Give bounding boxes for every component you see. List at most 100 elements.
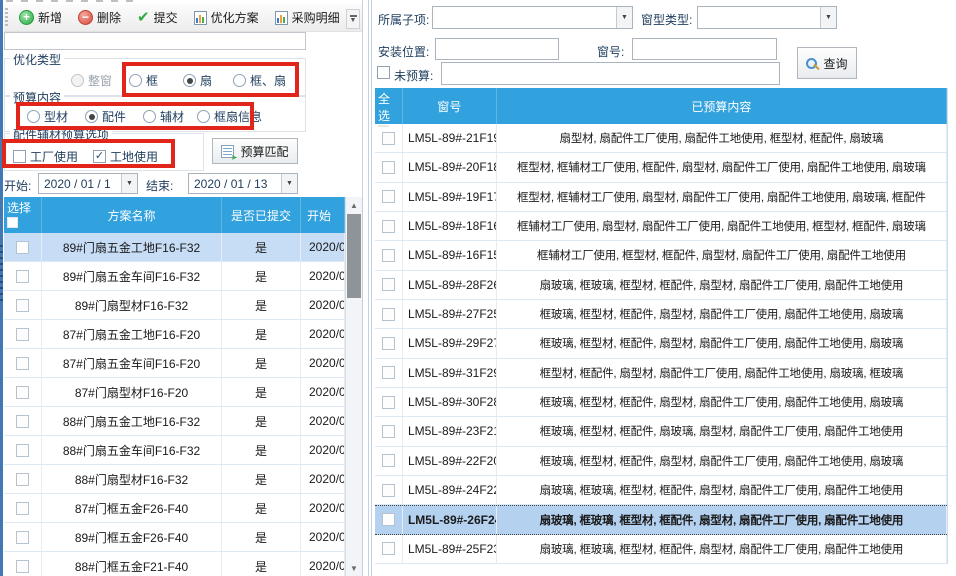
chevron-down-icon[interactable]: ▼ — [121, 174, 137, 193]
chevron-down-icon[interactable]: ▼ — [616, 7, 632, 28]
window-budget-row[interactable]: LM5L-89#-23F21框玻璃, 框型材, 框配件, 扇玻璃, 扇型材, 扇… — [375, 417, 947, 446]
radio-option-auxiliary[interactable]: 辅材 — [143, 108, 184, 125]
plan-row[interactable]: 88#门扇五金车间F16-F32是2020/0 — [4, 436, 345, 465]
plan-row[interactable]: 89#门框五金F26-F40是2020/0 — [4, 523, 345, 552]
radio-selected-icon[interactable] — [183, 74, 196, 87]
plan-filter-input[interactable] — [4, 32, 306, 50]
toolbar-overflow-button[interactable]: ▼ — [346, 9, 360, 29]
budget-match-button[interactable]: 预算匹配 — [212, 138, 298, 164]
checkbox-factory-use[interactable]: 工厂使用 — [13, 148, 78, 165]
radio-icon[interactable] — [129, 74, 142, 87]
radio-icon[interactable] — [197, 110, 210, 123]
window-budget-row[interactable]: LM5L-89#-27F25框玻璃, 框型材, 框配件, 扇型材, 扇配件工厂使… — [375, 300, 947, 329]
window-budget-row[interactable]: LM5L-89#-29F27框玻璃, 框型材, 框配件, 扇型材, 扇配件工厂使… — [375, 329, 947, 358]
date-start-picker[interactable]: 2020 / 01 / 1 ▼ — [38, 173, 138, 194]
checkbox-checked-icon[interactable] — [93, 150, 106, 163]
row-checkbox[interactable] — [382, 484, 395, 497]
row-checkbox[interactable] — [382, 220, 395, 233]
row-checkbox[interactable] — [382, 190, 395, 203]
window-budget-row[interactable]: LM5L-89#-28F26扇玻璃, 框玻璃, 框型材, 框配件, 扇型材, 扇… — [375, 271, 947, 300]
plan-row[interactable]: 88#门扇型材F16-F32是2020/0 — [4, 465, 345, 494]
window-budget-row[interactable]: LM5L-89#-16F15框辅材工厂使用, 框型材, 框配件, 扇型材, 扇配… — [375, 241, 947, 270]
install-position-input[interactable] — [435, 38, 559, 60]
row-checkbox[interactable] — [16, 502, 29, 515]
row-checkbox[interactable] — [382, 396, 395, 409]
submit-button[interactable]: ✔ 提交 — [130, 5, 185, 30]
row-checkbox[interactable] — [382, 132, 395, 145]
plan-table-scrollbar[interactable]: ▲ ▼ — [345, 197, 362, 576]
row-checkbox[interactable] — [382, 308, 395, 321]
window-budget-row[interactable]: LM5L-89#-26F24扇玻璃, 框玻璃, 框型材, 框配件, 扇型材, 扇… — [375, 505, 947, 534]
radio-option-frame-sash-info[interactable]: 框扇信息 — [197, 108, 262, 125]
radio-option-frame-sash[interactable]: 框、扇 — [233, 72, 286, 89]
row-checkbox[interactable] — [16, 328, 29, 341]
plan-header-start[interactable]: 开始 — [301, 197, 345, 233]
query-button[interactable]: 查询 — [797, 47, 857, 79]
plan-row[interactable]: 87#门扇五金工地F16-F20是2020/0 — [4, 320, 345, 349]
scroll-up-arrow-icon[interactable]: ▲ — [346, 197, 362, 213]
radio-icon[interactable] — [27, 110, 40, 123]
row-checkbox[interactable] — [382, 278, 395, 291]
plan-row[interactable]: 89#门扇型材F16-F32是2020/0 — [4, 291, 345, 320]
row-checkbox[interactable] — [16, 299, 29, 312]
row-checkbox[interactable] — [16, 241, 29, 254]
splitter-grip-dots[interactable] — [0, 245, 3, 305]
window-budget-row[interactable]: LM5L-89#-30F28框玻璃, 框型材, 框配件, 扇型材, 扇配件工厂使… — [375, 388, 947, 417]
window-budget-row[interactable]: LM5L-89#-21F19扇型材, 扇配件工厂使用, 扇配件工地使用, 框型材… — [375, 124, 947, 153]
no-budget-checkbox[interactable] — [377, 66, 390, 79]
date-end-picker[interactable]: 2020 / 01 / 13 ▼ — [188, 173, 298, 194]
row-checkbox[interactable] — [16, 444, 29, 457]
window-type-combobox[interactable]: ▼ — [697, 6, 837, 29]
sub-item-combobox[interactable]: ▼ — [432, 6, 633, 29]
radio-option-accessory[interactable]: 配件 — [85, 108, 126, 125]
budget-header-content[interactable]: 已预算内容 — [497, 88, 947, 124]
row-checkbox[interactable] — [382, 454, 395, 467]
plan-row[interactable]: 87#门扇型材F16-F20是2020/0 — [4, 378, 345, 407]
row-checkbox[interactable] — [382, 161, 395, 174]
window-budget-row[interactable]: LM5L-89#-19F17框型材, 框辅材工厂使用, 扇型材, 扇配件工厂使用… — [375, 183, 947, 212]
window-budget-row[interactable]: LM5L-89#-24F22扇玻璃, 框玻璃, 框型材, 框配件, 扇型材, 扇… — [375, 476, 947, 505]
row-checkbox[interactable] — [382, 513, 395, 526]
radio-icon[interactable] — [143, 110, 156, 123]
row-checkbox[interactable] — [382, 425, 395, 438]
add-button[interactable]: + 新增 — [12, 5, 69, 30]
chevron-down-icon[interactable]: ▼ — [281, 174, 297, 193]
checkbox-site-use[interactable]: 工地使用 — [93, 148, 158, 165]
row-checkbox[interactable] — [16, 560, 29, 573]
plan-header-submitted[interactable]: 是否已提交 — [222, 197, 301, 233]
optimize-plan-button[interactable]: 优化方案 — [187, 5, 266, 30]
delete-button[interactable]: − 删除 — [71, 5, 128, 30]
window-budget-row[interactable]: LM5L-89#-25F23扇玻璃, 框玻璃, 框型材, 框配件, 扇型材, 扇… — [375, 535, 947, 564]
scroll-down-arrow-icon[interactable]: ▼ — [346, 560, 362, 576]
toolbar-grip[interactable] — [5, 8, 8, 28]
plan-row[interactable]: 88#门框五金F21-F40是2020/0 — [4, 552, 345, 576]
row-checkbox[interactable] — [16, 415, 29, 428]
window-budget-row[interactable]: LM5L-89#-22F20框玻璃, 框型材, 框配件, 扇型材, 扇配件工厂使… — [375, 447, 947, 476]
plan-row[interactable]: 89#门扇五金工地F16-F32是2020/0 — [4, 233, 345, 262]
window-budget-row[interactable]: LM5L-89#-20F18框型材, 框辅材工厂使用, 框配件, 扇型材, 扇配… — [375, 153, 947, 182]
budget-header-window-no[interactable]: 窗号 — [403, 88, 497, 124]
row-checkbox[interactable] — [382, 542, 395, 555]
chevron-down-icon[interactable]: ▼ — [820, 7, 836, 28]
radio-option-sash[interactable]: 扇 — [183, 72, 212, 89]
row-checkbox[interactable] — [16, 386, 29, 399]
radio-option-profile[interactable]: 型材 — [27, 108, 68, 125]
window-budget-row[interactable]: LM5L-89#-18F16框辅材工厂使用, 扇型材, 扇配件工厂使用, 扇配件… — [375, 212, 947, 241]
plan-row[interactable]: 88#门扇五金工地F16-F32是2020/0 — [4, 407, 345, 436]
checkbox-icon[interactable] — [13, 150, 26, 163]
row-checkbox[interactable] — [16, 357, 29, 370]
select-all-checkbox[interactable] — [7, 217, 18, 228]
panel-splitter[interactable] — [362, 0, 363, 576]
window-no-input[interactable] — [632, 38, 777, 60]
row-checkbox[interactable] — [16, 473, 29, 486]
radio-selected-icon[interactable] — [85, 110, 98, 123]
row-checkbox[interactable] — [382, 249, 395, 262]
scrollbar-thumb[interactable] — [347, 214, 361, 298]
row-checkbox[interactable] — [382, 366, 395, 379]
row-checkbox[interactable] — [382, 337, 395, 350]
plan-row[interactable]: 87#门框五金F26-F40是2020/0 — [4, 494, 345, 523]
no-budget-input[interactable] — [441, 62, 780, 85]
row-checkbox[interactable] — [16, 531, 29, 544]
radio-option-frame[interactable]: 框 — [129, 72, 158, 89]
plan-row[interactable]: 87#门扇五金车间F16-F20是2020/0 — [4, 349, 345, 378]
